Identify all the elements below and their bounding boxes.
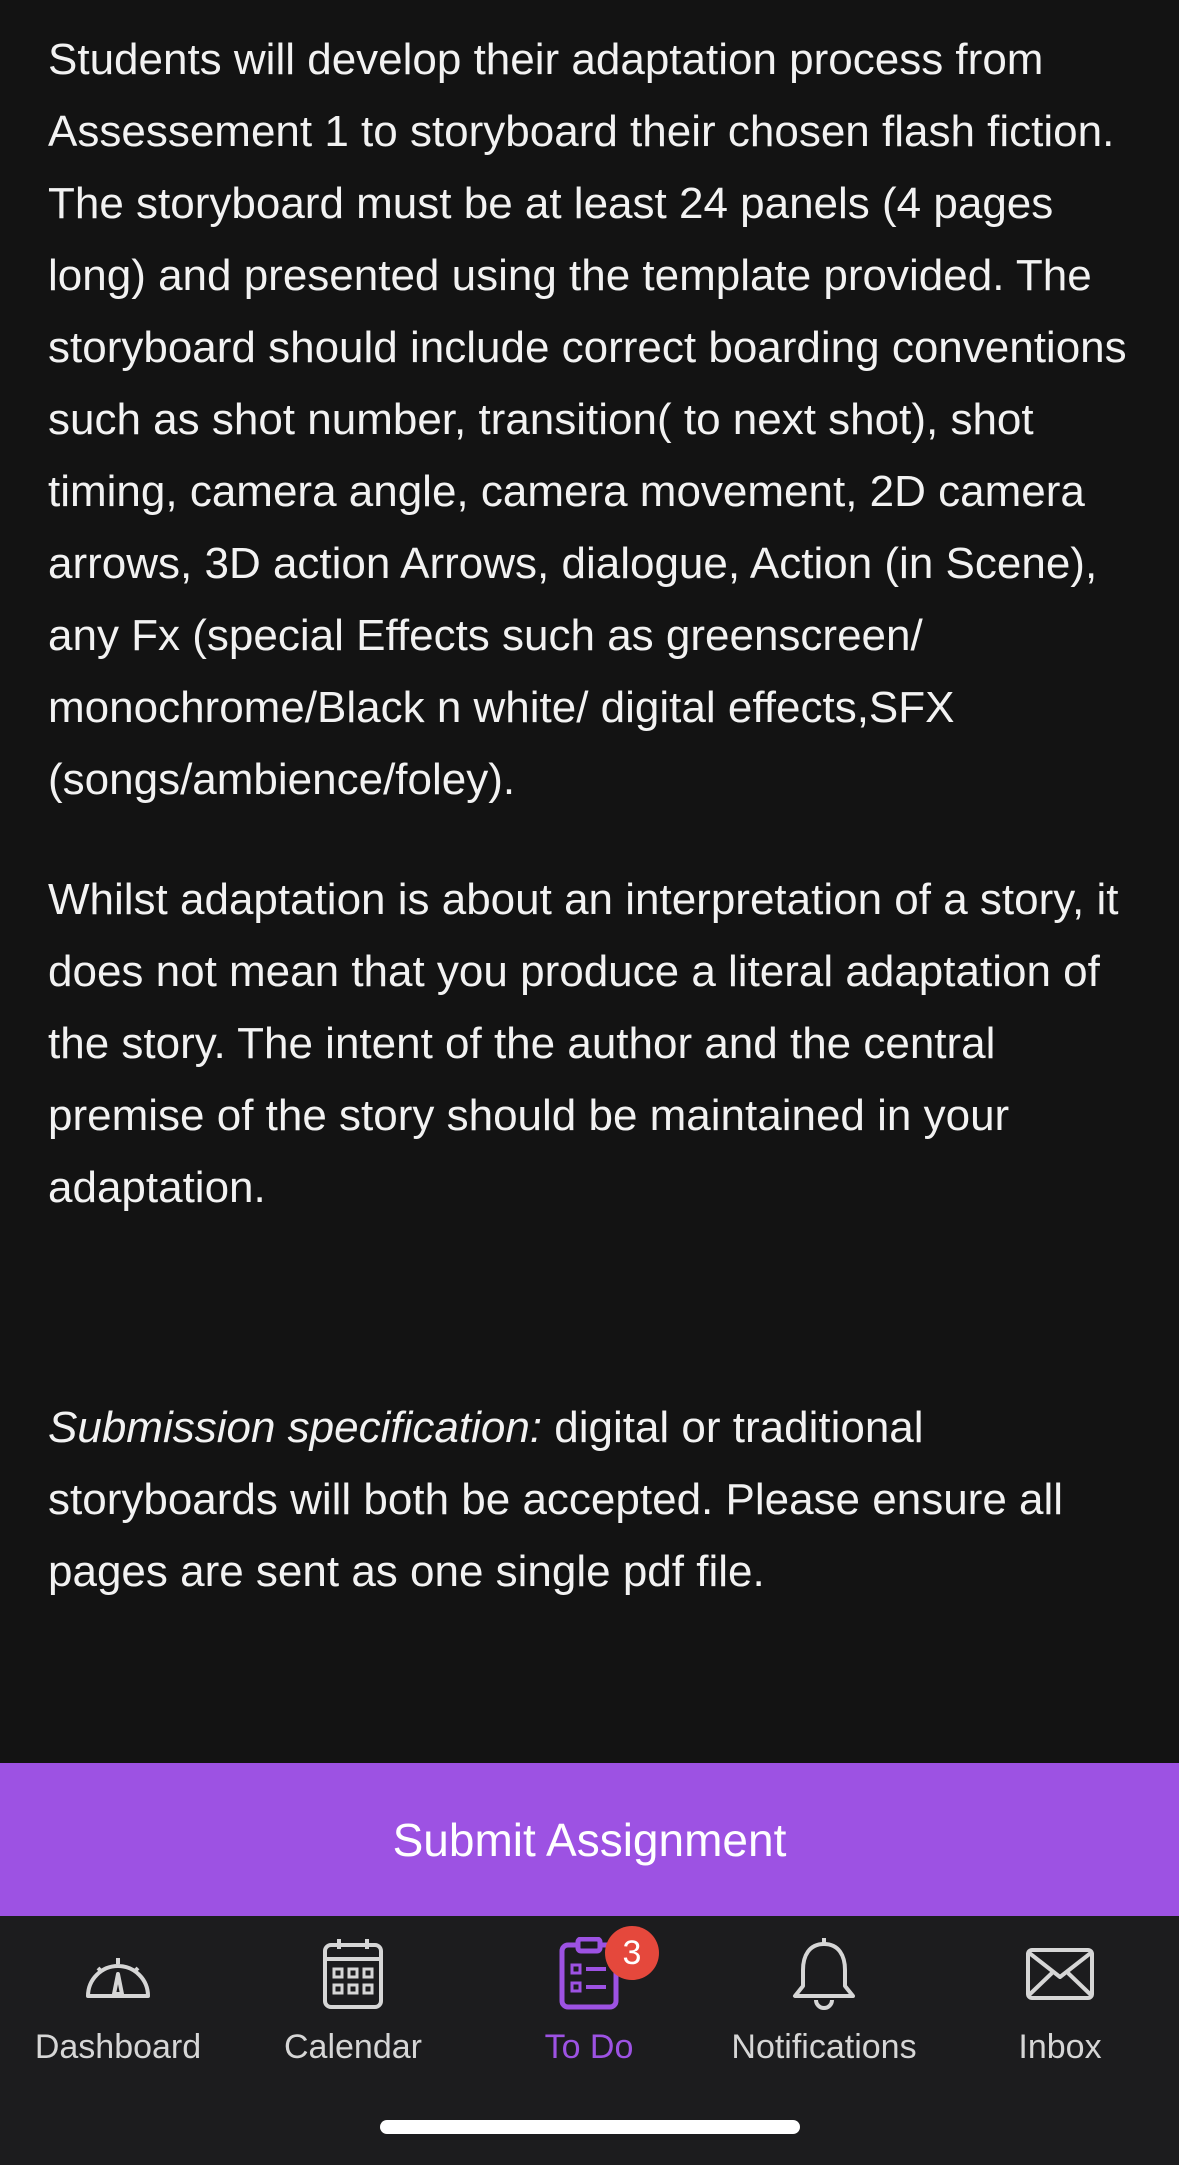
tab-label-dashboard: Dashboard <box>34 2028 202 2066</box>
home-indicator[interactable] <box>380 2120 800 2134</box>
submission-specification-label: Submission specification: <box>48 1403 543 1452</box>
envelope-icon <box>1020 1934 1100 2014</box>
description-paragraph-1: Students will develop their adaptation p… <box>48 35 1127 804</box>
tab-label-notifications: Notifications <box>731 2028 917 2066</box>
submission-specification: Submission specification: digital or tra… <box>48 1392 1138 1608</box>
todo-icon: 3 <box>549 1926 659 2014</box>
bell-icon <box>784 1934 864 2014</box>
bottom-tab-bar: Dashboard Calendar 3 To Do Notifications… <box>0 1916 1179 2165</box>
submit-assignment-label: Submit Assignment <box>392 1813 787 1866</box>
assignment-description: Students will develop their adaptation p… <box>48 24 1138 1608</box>
submit-assignment-button[interactable]: Submit Assignment <box>0 1763 1179 1916</box>
tab-inbox[interactable]: Inbox <box>942 1934 1178 2084</box>
assignment-details-screen: Students will develop their adaptation p… <box>0 0 1179 2165</box>
tab-calendar[interactable]: Calendar <box>235 1934 471 2084</box>
description-paragraph-2: Whilst adaptation is about an interpreta… <box>48 875 1119 1212</box>
tab-to-do[interactable]: 3 To Do <box>471 1926 707 2084</box>
dashboard-icon <box>78 1934 158 2014</box>
tab-label-inbox: Inbox <box>1018 2028 1102 2066</box>
tab-label-calendar: Calendar <box>284 2028 422 2066</box>
tab-notifications[interactable]: Notifications <box>706 1934 942 2084</box>
tab-label-to-do: To Do <box>544 2028 634 2066</box>
todo-count-badge: 3 <box>605 1926 659 1980</box>
calendar-icon <box>313 1934 393 2014</box>
tab-dashboard[interactable]: Dashboard <box>0 1934 236 2084</box>
